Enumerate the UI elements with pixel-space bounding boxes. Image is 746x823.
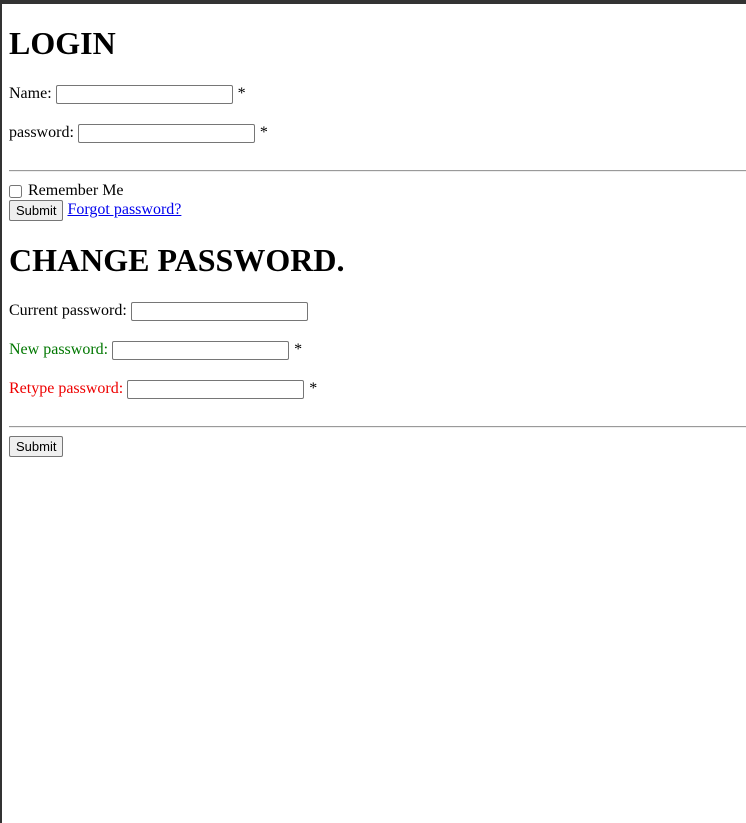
current-password-row: Current password: xyxy=(9,300,308,322)
current-password-input[interactable] xyxy=(130,301,308,321)
password-label: password: xyxy=(9,124,74,141)
required-mark: * xyxy=(294,341,303,358)
retype-password-input[interactable] xyxy=(127,379,305,399)
change-password-divider xyxy=(9,426,746,428)
name-input[interactable] xyxy=(55,84,233,104)
current-password-label: Current password: xyxy=(9,302,127,319)
name-row: Name: * xyxy=(9,83,246,105)
change-password-title: CHANGE PASSWORD. xyxy=(9,242,345,278)
required-mark: * xyxy=(237,85,246,102)
new-password-input[interactable] xyxy=(112,340,290,360)
change-actions-row: Submit xyxy=(9,435,64,457)
remember-me-label: Remember Me xyxy=(28,182,124,199)
login-divider xyxy=(9,170,746,172)
password-input[interactable] xyxy=(77,123,255,143)
forgot-password-link[interactable]: Forgot password? xyxy=(67,201,181,219)
window-top-border xyxy=(0,0,746,4)
window-left-border xyxy=(0,0,2,823)
new-password-row: New password: * xyxy=(9,339,302,361)
remember-me-checkbox[interactable] xyxy=(9,184,22,198)
change-password-submit-button[interactable]: Submit xyxy=(9,435,64,457)
retype-password-label: Retype password: xyxy=(9,380,124,397)
login-actions-row: Submit Forgot password? xyxy=(9,199,181,221)
new-password-label: New password: xyxy=(9,341,109,358)
login-title: LOGIN xyxy=(9,25,116,61)
login-submit-button[interactable]: Submit xyxy=(9,199,64,221)
retype-password-row: Retype password: * xyxy=(9,378,317,400)
required-mark: * xyxy=(309,380,318,397)
password-row: password: * xyxy=(9,122,268,144)
name-label: Name: xyxy=(9,85,52,102)
required-mark: * xyxy=(259,124,268,141)
